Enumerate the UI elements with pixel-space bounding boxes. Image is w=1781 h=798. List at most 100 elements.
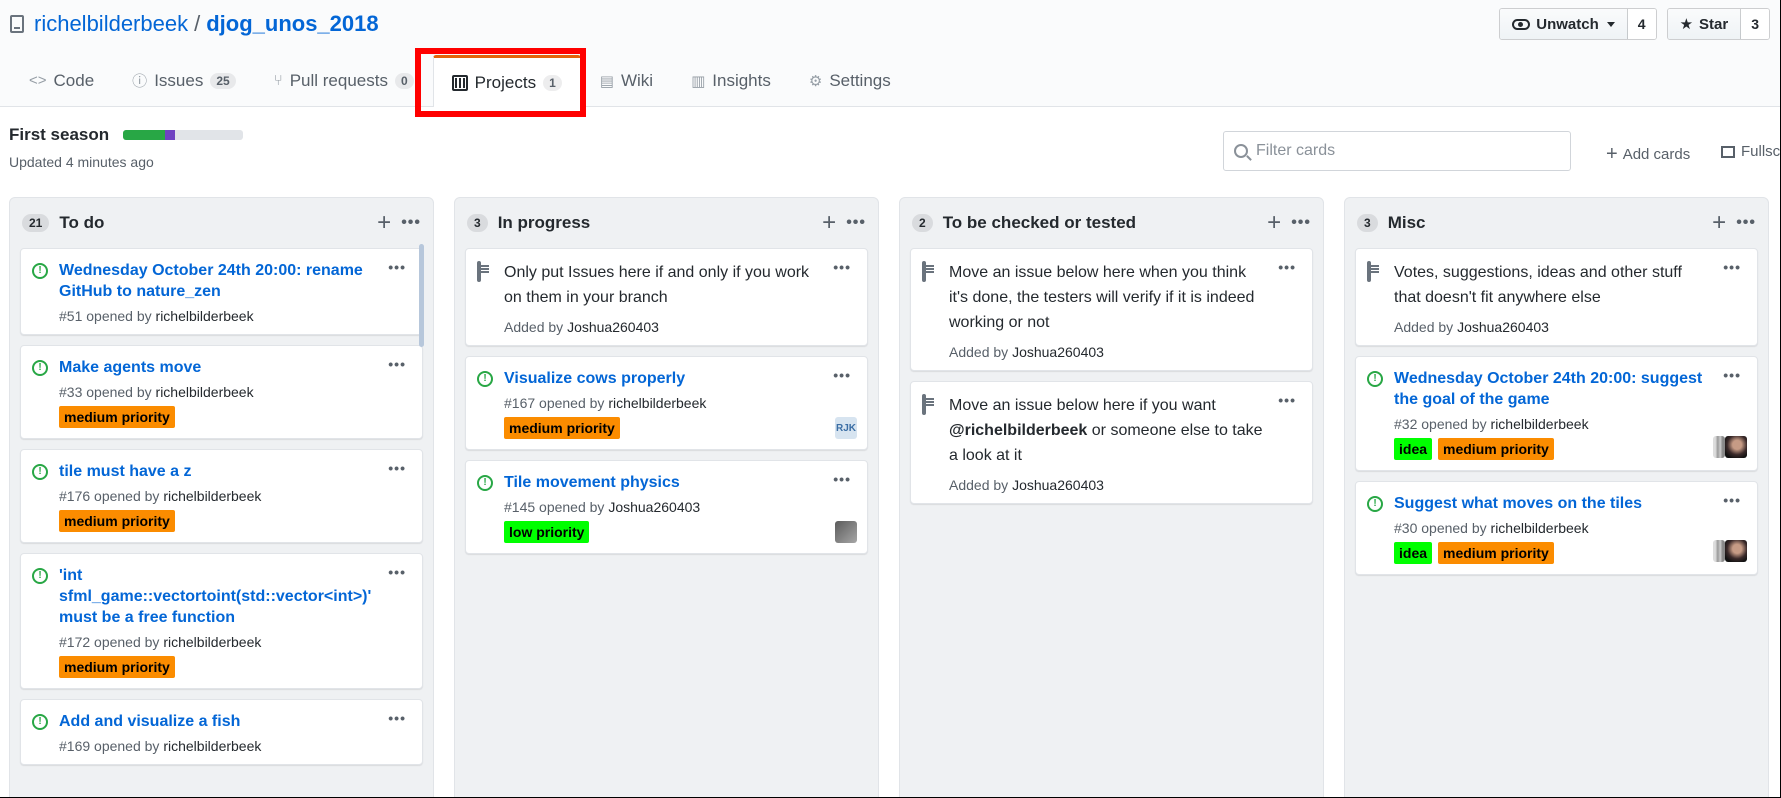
note-card[interactable]: ••• Move an issue below here if you want …	[910, 381, 1313, 504]
card-menu-icon[interactable]: •••	[388, 356, 406, 372]
card-menu-icon[interactable]: •••	[1723, 259, 1741, 275]
issue-title-link[interactable]: 'int sfml_game::vectortoint(std::vector<…	[59, 565, 410, 628]
tab-wiki[interactable]: ▤ Wiki	[581, 55, 672, 105]
issue-meta: #30 opened by richelbilderbeek	[1394, 520, 1745, 536]
issue-label[interactable]: medium priority	[59, 406, 175, 428]
issue-author[interactable]: richelbilderbeek	[163, 634, 261, 650]
card-menu-icon[interactable]: •••	[1278, 392, 1296, 408]
assignee-avatars[interactable]	[1713, 436, 1747, 458]
issue-label[interactable]: low priority	[504, 521, 590, 543]
note-card[interactable]: ••• Votes, suggestions, ideas and other s…	[1355, 248, 1758, 346]
issue-labels: medium priority	[59, 510, 410, 532]
note-card[interactable]: ••• Only put Issues here if and only if y…	[465, 248, 868, 346]
issue-label[interactable]: medium priority	[59, 510, 175, 532]
column-card-count: 3	[1357, 214, 1378, 232]
issue-meta: #33 opened by richelbilderbeek	[59, 384, 410, 400]
assignee-avatars[interactable]	[1713, 540, 1747, 562]
issue-author[interactable]: richelbilderbeek	[156, 308, 254, 324]
note-author[interactable]: Joshua260403	[1457, 319, 1549, 335]
issue-label[interactable]: idea	[1394, 438, 1433, 460]
issue-author[interactable]: richelbilderbeek	[608, 395, 706, 411]
issue-card[interactable]: ! ••• Suggest what moves on the tiles #30 o…	[1355, 481, 1758, 575]
issue-author[interactable]: richelbilderbeek	[156, 384, 254, 400]
repo-owner-link[interactable]: richelbilderbeek	[34, 11, 188, 37]
issue-number-opened: #51 opened by	[59, 308, 152, 324]
card-menu-icon[interactable]: •••	[388, 259, 406, 275]
card-menu-icon[interactable]: •••	[388, 564, 406, 580]
issue-label[interactable]: idea	[1394, 542, 1433, 564]
card-menu-icon[interactable]: •••	[388, 710, 406, 726]
card-menu-icon[interactable]: •••	[1278, 259, 1296, 275]
add-card-icon[interactable]: +	[377, 211, 391, 235]
column-menu-icon[interactable]: •••	[1736, 214, 1756, 232]
column-scrollbar[interactable]	[419, 244, 424, 347]
issue-title-link[interactable]: Wednesday October 24th 20:00: suggest th…	[1394, 368, 1745, 410]
user-mention[interactable]: @richelbilderbeek	[949, 422, 1087, 439]
issue-labels: low priority	[504, 521, 855, 543]
issue-card[interactable]: ! ••• Wednesday October 24th 20:00: sugges…	[1355, 356, 1758, 471]
issue-label[interactable]: medium priority	[1438, 542, 1554, 564]
issue-title-link[interactable]: Visualize cows properly	[504, 368, 855, 389]
star-button[interactable]: ★ Star	[1667, 9, 1742, 39]
add-cards-button[interactable]: + Add cards	[1606, 143, 1690, 166]
tab-code[interactable]: <> Code	[10, 55, 113, 105]
issue-author[interactable]: richelbilderbeek	[163, 738, 261, 754]
column-title: To be checked or tested	[942, 213, 1137, 232]
add-card-icon[interactable]: +	[1267, 211, 1281, 235]
column-menu-icon[interactable]: •••	[1291, 214, 1311, 232]
issue-label[interactable]: medium priority	[1438, 438, 1554, 460]
note-icon	[1367, 261, 1371, 282]
column-menu-icon[interactable]: •••	[846, 214, 866, 232]
unwatch-button[interactable]: Unwatch	[1500, 9, 1628, 39]
issue-author[interactable]: richelbilderbeek	[1491, 520, 1589, 536]
column-menu-icon[interactable]: •••	[401, 214, 421, 232]
column-title: To do	[59, 213, 105, 232]
tab-settings-label: Settings	[829, 70, 891, 90]
tab-settings[interactable]: ⚙ Settings	[790, 55, 910, 105]
repo-name-link[interactable]: djog_unos_2018	[206, 11, 378, 37]
issue-label[interactable]: medium priority	[504, 417, 620, 439]
issue-card[interactable]: ! ••• Wednesday October 24th 20:00: rename…	[20, 248, 423, 335]
issue-title-link[interactable]: Add and visualize a fish	[59, 711, 410, 732]
issue-title-link[interactable]: Tile movement physics	[504, 472, 855, 493]
card-menu-icon[interactable]: •••	[833, 367, 851, 383]
issue-author[interactable]: richelbilderbeek	[163, 488, 261, 504]
issue-card[interactable]: ! ••• Make agents move #33 opened by richel…	[20, 345, 423, 439]
card-menu-icon[interactable]: •••	[833, 259, 851, 275]
issue-card[interactable]: ! ••• Add and visualize a fish #169 opened …	[20, 699, 423, 765]
issue-card[interactable]: ! ••• Visualize cows properly #167 opened b…	[465, 356, 868, 450]
tab-pull-requests[interactable]: ⑂ Pull requests 0	[255, 55, 433, 105]
issue-card[interactable]: ! ••• Tile movement physics #145 opened by …	[465, 460, 868, 554]
card-menu-icon[interactable]: •••	[833, 471, 851, 487]
note-card[interactable]: ••• Move an issue below here when you thi…	[910, 248, 1313, 371]
note-author[interactable]: Joshua260403	[567, 319, 659, 335]
tab-issues[interactable]: ⓘ Issues 25	[113, 55, 255, 105]
tab-insights[interactable]: ▥ Insights	[672, 55, 790, 105]
tab-projects[interactable]: Projects 1	[432, 55, 581, 107]
issue-label[interactable]: medium priority	[59, 656, 175, 678]
repo-separator: /	[194, 11, 201, 36]
fullscreen-button[interactable]: Fullscreen	[1721, 143, 1780, 160]
project-progress-bar	[123, 130, 244, 140]
card-menu-icon[interactable]: •••	[1723, 492, 1741, 508]
issue-card[interactable]: ! •••'int sfml_game::vectortoint(std::vec…	[20, 553, 423, 689]
star-count[interactable]: 3	[1741, 9, 1769, 39]
card-menu-icon[interactable]: •••	[1723, 367, 1741, 383]
add-card-icon[interactable]: +	[822, 211, 836, 235]
issue-author[interactable]: Joshua260403	[608, 499, 700, 515]
assignee-avatar[interactable]: RJK	[835, 417, 857, 439]
issue-card[interactable]: ! ••• tile must have a z #176 opened by ric…	[20, 449, 423, 543]
issue-title-link[interactable]: Make agents move	[59, 357, 410, 378]
card-menu-icon[interactable]: •••	[388, 460, 406, 476]
issue-title-link[interactable]: Wednesday October 24th 20:00: rename Git…	[59, 260, 410, 302]
filter-cards-input[interactable]: Filter cards	[1223, 131, 1571, 171]
issue-opened-icon: !	[1367, 496, 1383, 512]
note-author[interactable]: Joshua260403	[1012, 477, 1104, 493]
note-author[interactable]: Joshua260403	[1012, 344, 1104, 360]
issue-title-link[interactable]: Suggest what moves on the tiles	[1394, 493, 1745, 514]
issue-author[interactable]: richelbilderbeek	[1491, 416, 1589, 432]
assignee-avatar[interactable]	[835, 521, 857, 543]
watch-count[interactable]: 4	[1627, 9, 1656, 39]
add-card-icon[interactable]: +	[1712, 211, 1726, 235]
issue-title-link[interactable]: tile must have a z	[59, 461, 410, 482]
